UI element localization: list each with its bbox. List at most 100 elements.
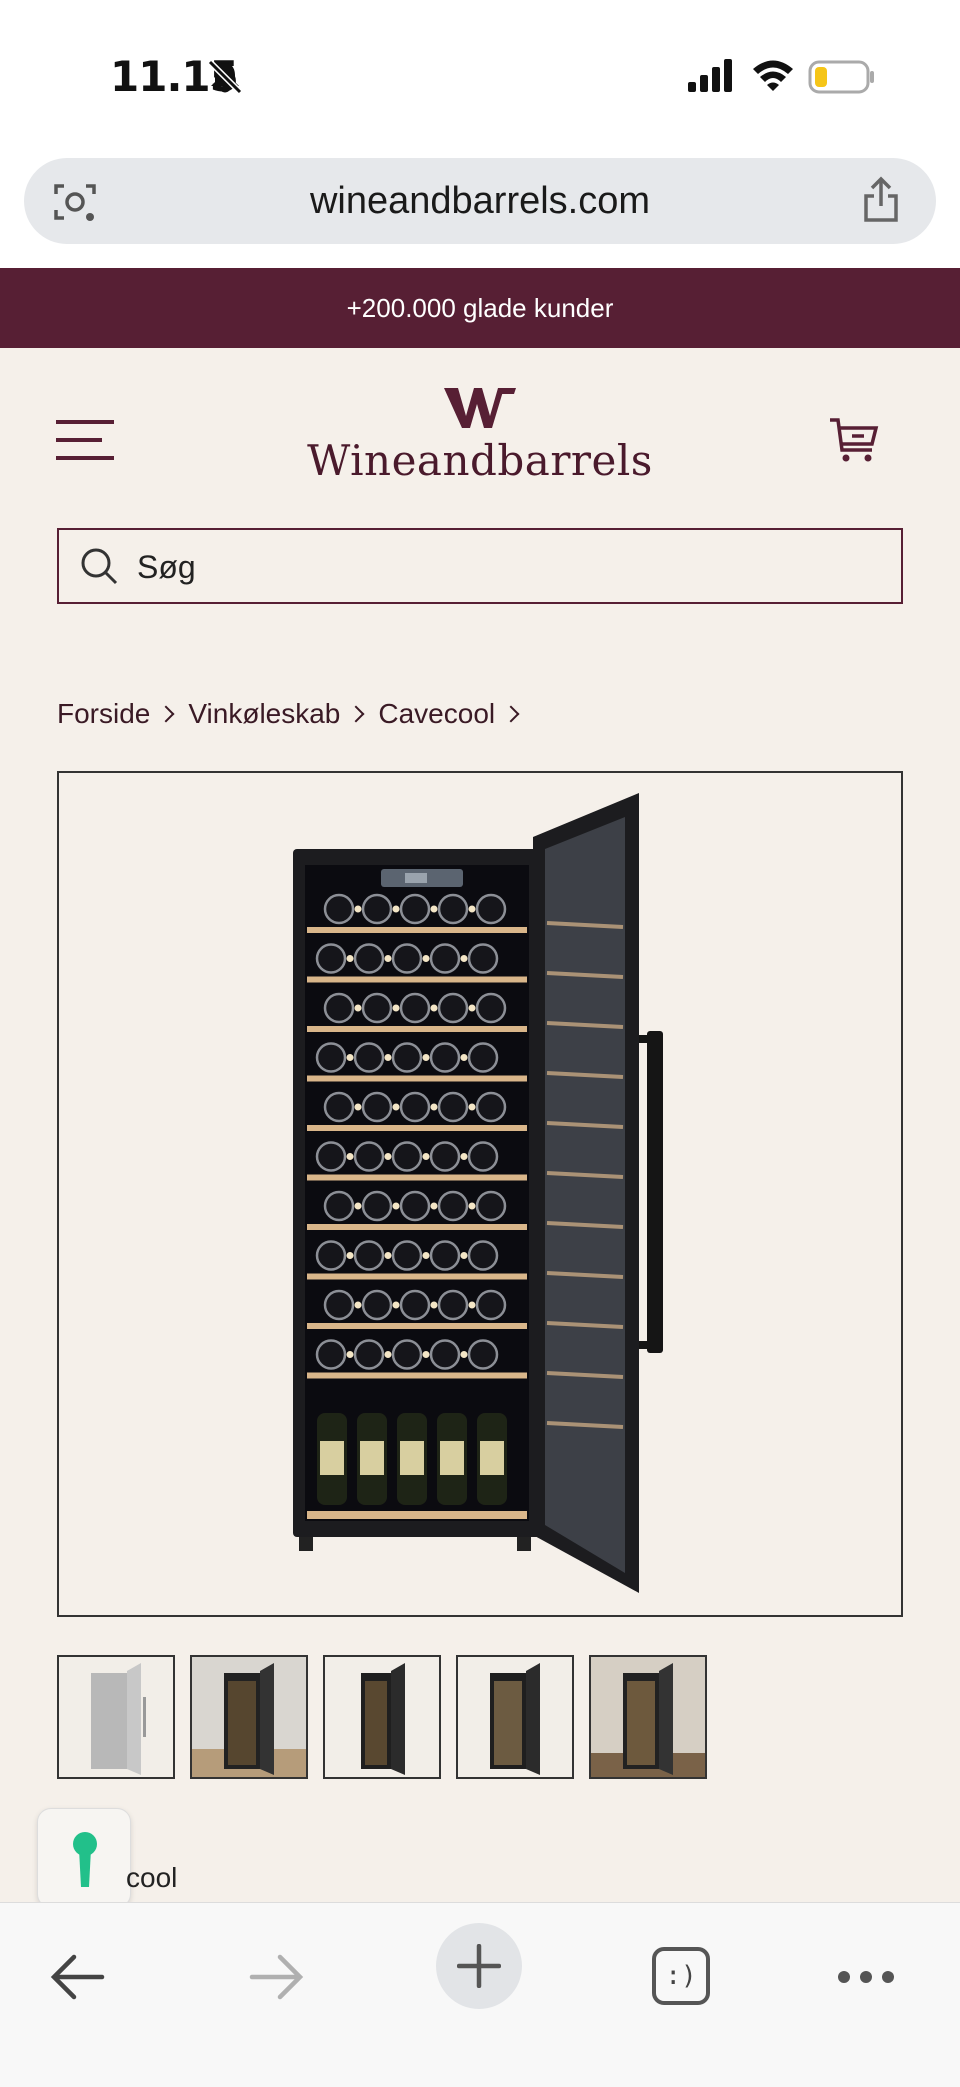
bottle-light: [422, 955, 430, 962]
browser-toolbar: :): [0, 1902, 960, 2087]
bottle-light: [354, 1103, 362, 1111]
bottle: [429, 1339, 461, 1370]
product-main-image[interactable]: [57, 771, 903, 1617]
thumbnail-5[interactable]: [589, 1655, 707, 1779]
thumbnail-1[interactable]: [57, 1655, 175, 1779]
bottle: [437, 893, 469, 925]
search-input[interactable]: Søg: [137, 549, 196, 586]
bottle: [467, 1240, 499, 1271]
breadcrumb-category[interactable]: Vinkøleskab: [188, 698, 340, 730]
bottle-light: [460, 1153, 468, 1160]
battery-low-icon: [808, 60, 874, 94]
thumbnail-image: [91, 1663, 146, 1775]
bottle: [429, 1141, 461, 1172]
thumbnail-image: [192, 1663, 306, 1777]
breadcrumb-brand[interactable]: Cavecool: [378, 698, 495, 730]
bottle: [315, 1240, 347, 1271]
bottle-light: [460, 955, 468, 962]
bottle-light: [422, 1054, 430, 1061]
tabs-button[interactable]: :): [652, 1947, 710, 2005]
bottle: [391, 1141, 423, 1172]
bottle: [399, 1190, 431, 1222]
bottle-light: [384, 1252, 392, 1259]
bottle: [399, 1091, 431, 1123]
bottle: [361, 992, 393, 1024]
breadcrumb-home[interactable]: Forside: [57, 698, 150, 730]
bottle: [475, 992, 507, 1024]
back-arrow-icon[interactable]: [48, 1951, 106, 2003]
bottle-light: [392, 1103, 400, 1111]
bottle-light: [354, 1202, 362, 1210]
bottle: [323, 1190, 355, 1222]
bottle-light: [430, 1103, 438, 1111]
bottle-label: [320, 1441, 344, 1475]
bottle: [399, 1289, 431, 1321]
thumbnail-2[interactable]: [190, 1655, 308, 1779]
bottle: [361, 893, 393, 925]
bottle-label: [400, 1441, 424, 1475]
bottle: [399, 893, 431, 925]
address-bar[interactable]: wineandbarrels.com: [24, 158, 936, 244]
shelf: [307, 1125, 527, 1131]
search-box[interactable]: Søg: [57, 528, 903, 604]
bottle: [361, 1289, 393, 1321]
thumbnail-4[interactable]: [456, 1655, 574, 1779]
bottle: [475, 893, 507, 925]
bottle: [475, 1190, 507, 1222]
bottle-light: [354, 1004, 362, 1012]
bottle-light: [468, 1004, 476, 1012]
more-options-icon[interactable]: [836, 1967, 896, 1987]
bottle-light: [392, 1301, 400, 1309]
bottle-light: [392, 1202, 400, 1210]
logo-wordmark[interactable]: Wineandbarrels: [0, 436, 960, 485]
bottle-light: [430, 905, 438, 913]
bottle: [475, 1091, 507, 1123]
bottle-light: [354, 1301, 362, 1309]
promo-banner: +200.000 glade kunder: [0, 268, 960, 348]
bottle-light: [384, 1153, 392, 1160]
bottle-light: [460, 1351, 468, 1358]
bottle-light: [354, 905, 362, 913]
bottle-light: [422, 1153, 430, 1160]
shelf: [307, 1372, 527, 1379]
bottle: [353, 943, 385, 974]
bottle: [467, 1339, 499, 1370]
bottle: [323, 1091, 355, 1123]
bottle: [323, 893, 355, 925]
bell-muted-icon: [207, 59, 243, 95]
bottle-label: [360, 1441, 384, 1475]
bottle-light: [346, 955, 354, 962]
shelf: [307, 927, 527, 933]
bottle-light: [346, 1351, 354, 1358]
bottle-light: [384, 1351, 392, 1358]
bottle: [315, 1141, 347, 1172]
bottle: [391, 1339, 423, 1370]
bottle: [315, 943, 347, 974]
new-tab-button[interactable]: [436, 1923, 522, 2009]
floating-badge[interactable]: [37, 1808, 131, 1908]
thumbnail-3[interactable]: [323, 1655, 441, 1779]
chevron-right-icon: [347, 705, 365, 723]
url-text[interactable]: wineandbarrels.com: [24, 180, 936, 223]
bottle-label: [480, 1441, 504, 1475]
forward-arrow-icon[interactable]: [248, 1951, 306, 2003]
bottle-light: [384, 955, 392, 962]
cart-icon[interactable]: [828, 414, 880, 466]
thumbnail-image: [361, 1663, 405, 1775]
thumbnail-image: [490, 1663, 540, 1775]
breadcrumb: Forside Vinkøleskab Cavecool: [57, 694, 533, 734]
bottle: [437, 1190, 469, 1222]
bottle-light: [468, 1301, 476, 1309]
bottle-light: [384, 1054, 392, 1061]
bottle-light: [422, 1252, 430, 1259]
keyhole-icon: [73, 1832, 97, 1887]
wine-cooler-image: [293, 793, 663, 1593]
bottle: [315, 1339, 347, 1370]
search-icon: [81, 548, 118, 585]
bottle: [429, 1240, 461, 1271]
logo-mark-icon[interactable]: [444, 386, 516, 430]
bottle-light: [346, 1153, 354, 1160]
bottle: [391, 1240, 423, 1271]
bottle: [391, 943, 423, 974]
share-icon[interactable]: [860, 176, 902, 224]
